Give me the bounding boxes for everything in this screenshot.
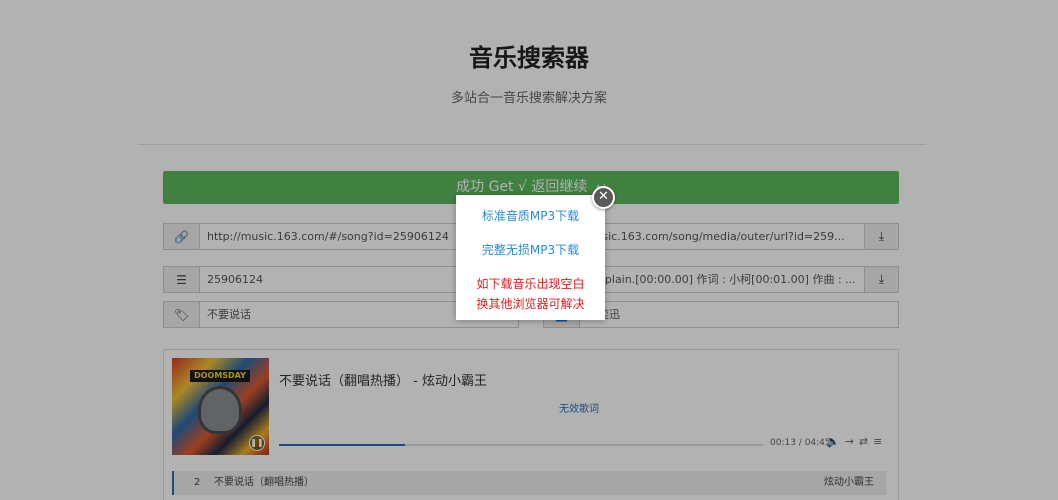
close-icon[interactable]: ✕ xyxy=(592,186,615,209)
standard-mp3-download-link[interactable]: 标准音质MP3下载 xyxy=(456,207,605,224)
download-warning: 如下载音乐出现空白 换其他浏览器可解决 xyxy=(456,274,605,314)
warning-line-2: 换其他浏览器可解决 xyxy=(476,297,585,311)
download-modal: 标准音质MP3下载 完整无损MP3下载 如下载音乐出现空白 换其他浏览器可解决 xyxy=(456,195,605,320)
lossless-mp3-download-link[interactable]: 完整无损MP3下载 xyxy=(456,241,605,258)
warning-line-1: 如下载音乐出现空白 xyxy=(476,277,585,291)
